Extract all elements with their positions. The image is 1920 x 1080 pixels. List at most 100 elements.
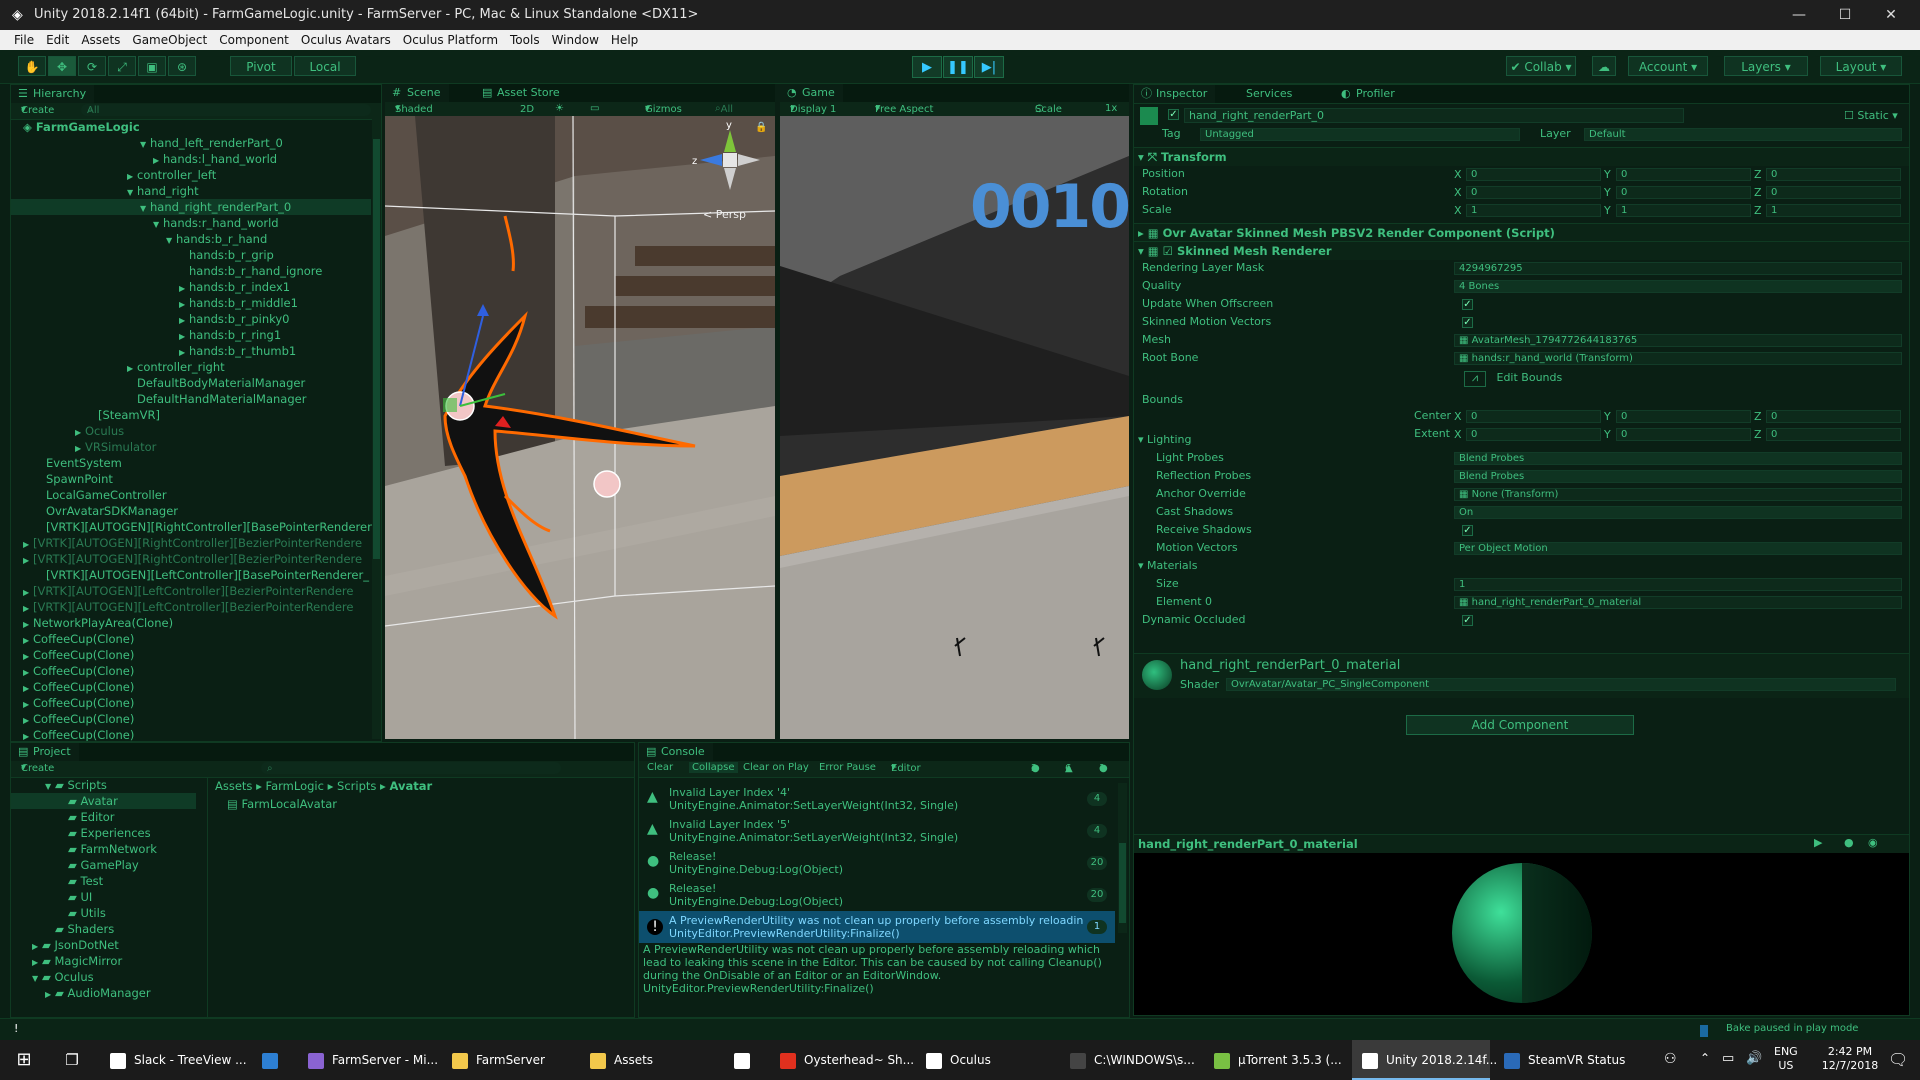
element0-field[interactable]: ▦ hand_right_renderPart_0_material — [1454, 596, 1902, 609]
taskbar-app[interactable]: µTorrent 3.5.3 (... — [1204, 1040, 1344, 1080]
y-field[interactable]: Y0 — [1604, 410, 1754, 423]
project-folder[interactable]: ▰ Avatar — [11, 793, 196, 809]
display-dropdown[interactable]: Display 1 ▾ — [790, 103, 836, 115]
checkbox[interactable]: ✓ — [1462, 615, 1473, 626]
taskbar-app[interactable] — [724, 1040, 762, 1080]
game-viewport[interactable]: 0010 — [780, 116, 1129, 739]
menu-gameobject[interactable]: GameObject — [126, 30, 213, 49]
project-folder[interactable]: ▶ ▰ JsonDotNet — [11, 937, 196, 953]
object-name-field[interactable]: hand_right_renderPart_0 — [1184, 108, 1684, 123]
hierarchy-item[interactable]: ▶ CoffeeCup(Clone) — [11, 663, 371, 679]
task-view-button[interactable]: ❐ — [54, 1040, 90, 1080]
y-field[interactable]: Y0 — [1604, 186, 1754, 199]
value-input[interactable]: 0 — [1616, 168, 1751, 181]
project-folder[interactable]: ▰ Shaders — [11, 921, 196, 937]
project-folder[interactable]: ▼ ▰ Oculus — [11, 969, 196, 985]
taskbar-app[interactable] — [252, 1040, 290, 1080]
hierarchy-item[interactable]: ▶ hands:b_r_index1 — [11, 279, 371, 295]
volume-icon[interactable]: 🔊 — [1746, 1051, 1762, 1066]
breadcrumb-avatar[interactable]: Avatar — [389, 779, 432, 793]
project-folder[interactable]: ▶ ▰ MagicMirror — [11, 953, 196, 969]
menu-file[interactable]: File — [8, 30, 40, 49]
value-input[interactable]: 0 — [1466, 186, 1601, 199]
tab-hierarchy[interactable]: ☰ Hierarchy — [11, 85, 95, 103]
hierarchy-item[interactable]: EventSystem — [11, 455, 371, 471]
hierarchy-item[interactable]: ▼ hands:r_hand_world — [11, 215, 371, 231]
tag-dropdown[interactable]: Untagged — [1200, 128, 1520, 141]
lock-icon[interactable]: 🔒 — [755, 122, 767, 133]
value-input[interactable]: 0 — [1616, 428, 1751, 441]
hierarchy-item[interactable]: ▼ hand_left_renderPart_0 — [11, 135, 371, 151]
hierarchy-item[interactable]: ▶ [VRTK][AUTOGEN][LeftController][BezierP… — [11, 599, 371, 615]
console-log-entry[interactable]: ● Release! UnityEngine.Debug:Log(Object) 20 — [639, 879, 1115, 911]
size-field[interactable]: 1 — [1454, 578, 1902, 591]
project-folder[interactable]: ▰ FarmNetwork — [11, 841, 196, 857]
layer-dropdown[interactable]: Default — [1584, 128, 1902, 141]
menu-window[interactable]: Window — [546, 30, 605, 49]
quality-dropdown[interactable]: 4 Bones — [1454, 280, 1902, 293]
cloud-button[interactable]: ☁ — [1592, 56, 1616, 76]
minimize-button[interactable]: — — [1776, 0, 1822, 30]
collapse-arrow-icon[interactable]: ▶ — [45, 987, 55, 1003]
rect-tool-button[interactable]: ▣ — [138, 56, 166, 76]
hierarchy-item[interactable]: [VRTK][AUTOGEN][RightController][BasePoi… — [11, 519, 372, 535]
hierarchy-item[interactable]: LocalGameController — [11, 487, 371, 503]
language-indicator[interactable]: ENG US — [1774, 1045, 1798, 1073]
image-toggle-icon[interactable]: ▭ — [590, 103, 599, 114]
layers-dropdown[interactable]: Layers ▾ — [1724, 56, 1808, 76]
value-input[interactable]: 0 — [1466, 428, 1601, 441]
shader-dropdown[interactable]: OvrAvatar/Avatar_PC_SingleComponent — [1226, 678, 1896, 691]
console-log-entry[interactable]: ! A PreviewRenderUtility was not clean up… — [639, 911, 1115, 943]
hierarchy-item[interactable]: ▶ hands:b_r_middle1 — [11, 295, 371, 311]
hierarchy-item[interactable]: OvrAvatarSDKManager — [11, 503, 371, 519]
project-folder[interactable]: ▰ UI — [11, 889, 196, 905]
root-bone-field[interactable]: ▦ hands:r_hand_world (Transform) — [1454, 352, 1902, 365]
hierarchy-item[interactable]: ▶ controller_right — [11, 359, 371, 375]
checkbox[interactable]: ✓ — [1462, 299, 1473, 310]
hierarchy-create-button[interactable]: Create ▾ — [21, 104, 54, 116]
taskbar-app[interactable]: Assets — [580, 1040, 720, 1080]
tab-services[interactable]: Services — [1224, 85, 1300, 103]
y-field[interactable]: Y0 — [1604, 168, 1754, 181]
project-folder[interactable]: ▰ GamePlay — [11, 857, 196, 873]
lighting-toggle-icon[interactable]: ☀ — [555, 103, 564, 114]
tab-game[interactable]: ◔ Game — [780, 84, 843, 102]
project-folder[interactable]: ▼ ▰ Scripts — [11, 777, 196, 793]
start-button[interactable]: ⊞ — [0, 1040, 48, 1080]
console-editor-dropdown[interactable]: Editor ▾ — [891, 762, 921, 774]
rotate-tool-button[interactable]: ⟳ — [78, 56, 106, 76]
x-field[interactable]: X0 — [1454, 186, 1604, 199]
cast-shadows-dropdown[interactable]: On — [1454, 506, 1902, 519]
value-input[interactable]: 1 — [1616, 204, 1751, 217]
y-field[interactable]: Y0 — [1604, 428, 1754, 441]
value-input[interactable]: 0 — [1466, 168, 1601, 181]
z-field[interactable]: Z1 — [1754, 204, 1904, 217]
project-folder[interactable]: ▰ Experiences — [11, 825, 196, 841]
pivot-toggle[interactable]: Pivot — [230, 56, 292, 76]
x-field[interactable]: X0 — [1454, 410, 1604, 423]
preview-light-icon[interactable]: ◉ — [1868, 836, 1878, 849]
maximize-button[interactable]: ☐ — [1822, 0, 1868, 30]
notifications-icon[interactable]: 🗨 — [1888, 1050, 1908, 1069]
hierarchy-item[interactable]: ▶ [VRTK][AUTOGEN][RightController][Bezier… — [11, 551, 371, 567]
breadcrumb-scripts[interactable]: Scripts — [337, 779, 376, 793]
menu-tools[interactable]: Tools — [504, 30, 546, 49]
hierarchy-item[interactable]: ▶ CoffeeCup(Clone) — [11, 631, 371, 647]
scene-search-input[interactable]: ⌕ All — [715, 103, 733, 115]
light-probes-dropdown[interactable]: Blend Probes — [1454, 452, 1902, 465]
collab-dropdown[interactable]: ✔ Collab ▾ — [1506, 56, 1576, 76]
hierarchy-item[interactable]: DefaultHandMaterialManager — [11, 391, 371, 407]
taskbar-app[interactable]: Slack - TreeView ... — [100, 1040, 248, 1080]
collapse-arrow-icon[interactable]: ▶ — [23, 729, 33, 741]
breadcrumb-assets[interactable]: Assets — [215, 779, 252, 793]
taskbar-app[interactable]: Unity 2018.2.14f... — [1352, 1040, 1497, 1080]
lighting-label[interactable]: ▾ Lighting — [1138, 433, 1192, 446]
materials-label[interactable]: ▾ Materials — [1138, 559, 1197, 572]
project-search-input[interactable]: ⌕ — [261, 762, 561, 774]
scale-slider[interactable]: Scale ○ — [1035, 103, 1062, 115]
menu-oculus-avatars[interactable]: Oculus Avatars — [295, 30, 397, 49]
console-error-pause-toggle[interactable]: Error Pause — [819, 762, 876, 773]
layout-dropdown[interactable]: Layout ▾ — [1820, 56, 1902, 76]
clock[interactable]: 2:42 PM 12/7/2018 — [1818, 1045, 1882, 1073]
hierarchy-search-input[interactable]: ⌕ All — [81, 104, 371, 116]
